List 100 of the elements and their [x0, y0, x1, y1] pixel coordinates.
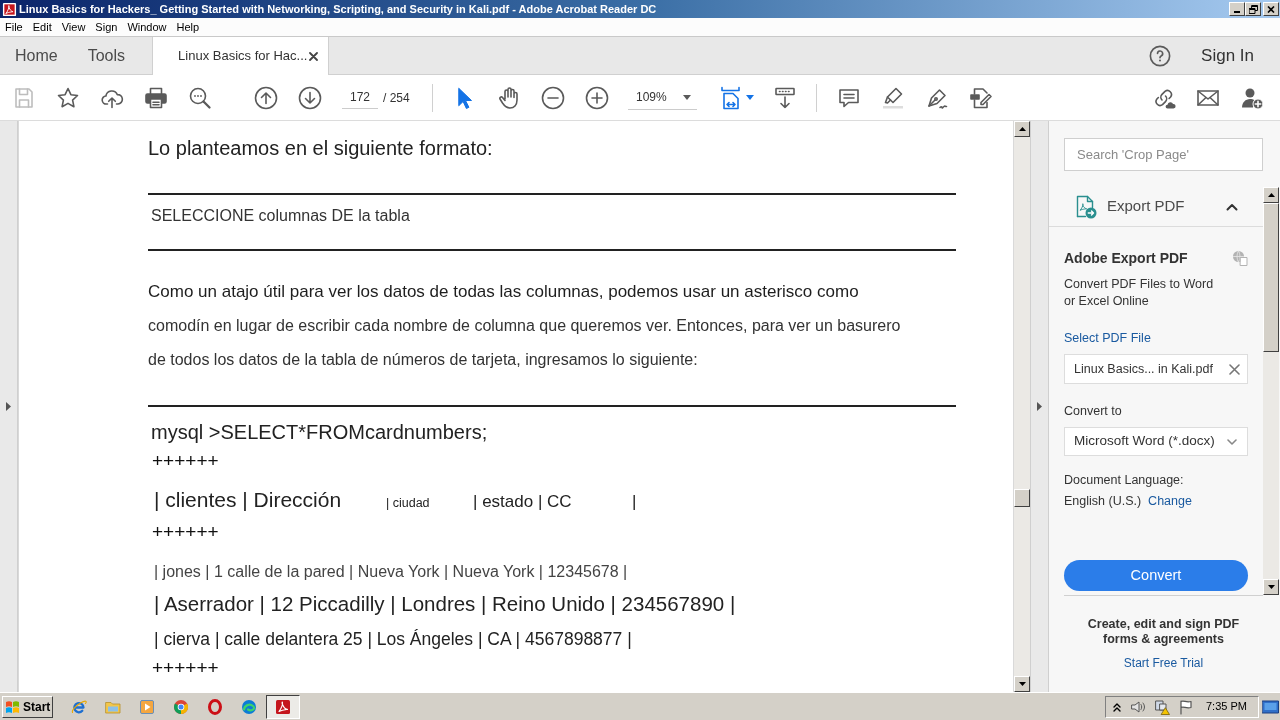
scrollbar[interactable] — [1014, 121, 1030, 692]
heading: Lo planteamos en el siguiente formato: — [148, 136, 493, 160]
close-icon[interactable] — [309, 51, 319, 61]
page-count: / 254 — [383, 89, 410, 107]
print-icon[interactable] — [144, 85, 168, 110]
chevron-up-icon[interactable] — [1226, 202, 1238, 211]
close-button[interactable] — [1263, 2, 1279, 16]
menu-item[interactable]: Help — [176, 20, 200, 34]
menu-item[interactable]: Sign — [95, 20, 118, 34]
taskbar-button[interactable] — [266, 694, 300, 719]
swirl-icon — [241, 698, 257, 715]
scrollbar[interactable] — [1263, 187, 1279, 595]
change-link[interactable]: Change — [1148, 493, 1192, 509]
page-number-field[interactable]: 172 — [342, 86, 378, 109]
ring-icon — [207, 698, 223, 715]
scroll-down-button[interactable] — [1014, 676, 1030, 692]
help-icon[interactable] — [1149, 44, 1172, 67]
restore-icon — [1248, 4, 1258, 14]
triangle-right-icon — [1037, 402, 1042, 411]
scroll-down-button[interactable] — [1263, 579, 1279, 595]
table-border-text: ++++++ — [152, 522, 219, 542]
close-icon[interactable] — [1229, 363, 1240, 375]
menu-item[interactable]: File — [5, 20, 23, 34]
table-header-text: | estado | CC — [473, 492, 572, 511]
right-panel-toggle[interactable] — [1030, 121, 1049, 692]
panel-heading: Adobe Export PDF — [1064, 250, 1188, 266]
arrow-up-circle-icon[interactable] — [254, 85, 278, 110]
pdf-app-icon — [275, 698, 291, 715]
arrow-down-circle-icon[interactable] — [298, 85, 322, 110]
zoom-out-icon[interactable] — [541, 85, 565, 110]
clock: 7:35 PM — [1206, 699, 1247, 715]
table-row-text: | jones | 1 calle de la pared | Nueva York | Nueva York | 12345678 | — [154, 562, 628, 582]
minimize-icon — [1234, 11, 1240, 13]
convert-button[interactable]: Convert — [1064, 560, 1248, 591]
browser-icon — [173, 698, 189, 715]
triangle-up-icon — [1267, 193, 1275, 197]
globe-document-icon — [1232, 250, 1248, 266]
minimize-button[interactable] — [1229, 2, 1245, 16]
flag-logo-icon — [5, 699, 21, 714]
scroll-thumb[interactable] — [1014, 489, 1030, 507]
table-row-text: | cierva | calle delantera 25 | Los Ángeles | CA | 4567898877 | — [154, 628, 632, 650]
restore-button[interactable] — [1245, 2, 1261, 16]
language-value: English (U.S.) — [1064, 493, 1142, 509]
window-title: Linux Basics for Hackers_ Getting Started with Networking, Scripting, and Security in Kali.pdf - Adobe Acrobat Reader DC — [19, 1, 657, 17]
scroll-thumb[interactable] — [1263, 203, 1279, 352]
promo-text: Create, edit and sign PDF forms & agreements — [1086, 617, 1241, 647]
paragraph: Como un atajo útil para ver los datos de todas las columnas, podemos usar un asterisco como comodín en lugar de escribir cada nombre de columna que queremos ver. Entonces, para ver un basurero de todos los datos de la tabla de números de tarjeta, ingresamos lo siguiente: — [148, 281, 901, 370]
play-icon — [139, 698, 155, 715]
triangle-down-icon — [1267, 585, 1275, 589]
caret-icon — [683, 94, 691, 100]
double-chevron-icon[interactable] — [1112, 701, 1122, 712]
document-arrow-icon — [1075, 194, 1097, 219]
tab[interactable]: Linux Basics for Hac... — [152, 37, 330, 75]
desktop-icon[interactable] — [1262, 698, 1279, 715]
document-pencil-icon[interactable] — [969, 85, 993, 110]
zoom-search-icon[interactable] — [188, 85, 212, 110]
table-border-text: ++++++ — [152, 451, 219, 471]
close-icon — [1267, 5, 1275, 13]
table-header-text: | — [632, 492, 637, 511]
scroll-up-button[interactable] — [1014, 121, 1030, 137]
zoom-in-icon[interactable] — [585, 85, 609, 110]
menu-item[interactable]: View — [61, 20, 86, 34]
zoom-dropdown[interactable]: 109% — [628, 85, 697, 110]
highlighter-icon[interactable] — [881, 85, 905, 110]
triangle-right-icon — [6, 402, 11, 411]
free-trial-link[interactable]: Start Free Trial — [1123, 656, 1204, 671]
select-file-link[interactable]: Select PDF File — [1064, 330, 1151, 346]
section-header[interactable]: Export PDF — [1049, 187, 1263, 227]
star-icon[interactable] — [56, 85, 80, 110]
left-panel-toggle[interactable] — [0, 121, 18, 692]
flag-icon[interactable] — [1178, 698, 1194, 715]
menu-item[interactable]: Window — [127, 20, 167, 34]
table-header-text: | clientes | Dirección — [154, 488, 342, 511]
triangle-down-icon — [1018, 682, 1026, 686]
caret-icon[interactable] — [745, 95, 754, 100]
scroll-mode-icon[interactable] — [773, 85, 797, 110]
table-header-text: | ciudad — [386, 496, 430, 510]
network-warning-icon[interactable] — [1154, 698, 1170, 715]
scroll-up-button[interactable] — [1263, 187, 1279, 203]
hand-icon[interactable] — [497, 85, 521, 110]
table-border-text: ++++++ — [152, 658, 219, 678]
field-label: Convert to — [1064, 403, 1122, 419]
start-button[interactable]: Start — [2, 695, 53, 718]
format-dropdown[interactable]: Microsoft Word (*.docx) — [1064, 427, 1248, 456]
sql-command: mysql >SELECT*FROMcardnumbers; — [151, 421, 488, 443]
tab[interactable]: Tools — [72, 37, 141, 74]
menu-item[interactable]: Edit — [32, 20, 52, 34]
e-logo-icon — [71, 698, 87, 715]
pdf-app-icon — [2, 1, 17, 17]
file-field[interactable]: Linux Basics... in Kali.pdf — [1064, 354, 1248, 384]
tab[interactable]: Home — [0, 37, 73, 74]
table-row-text: | Aserrador | 12 Piccadilly | Londres | Reino Unido | 234567890 | — [154, 592, 736, 616]
panel-description: Convert PDF Files to Word or Excel Online — [1064, 276, 1215, 310]
search-field[interactable]: Search 'Crop Page' — [1064, 138, 1263, 171]
chevron-down-icon — [1227, 438, 1237, 445]
sign-in-link[interactable]: Sign In — [1201, 42, 1254, 69]
fit-page-icon[interactable] — [718, 85, 743, 110]
field-label: Document Language: — [1064, 472, 1184, 488]
triangle-up-icon — [1018, 127, 1026, 131]
syntax-text: SELECCIONE columnas DE la tabla — [151, 206, 410, 226]
